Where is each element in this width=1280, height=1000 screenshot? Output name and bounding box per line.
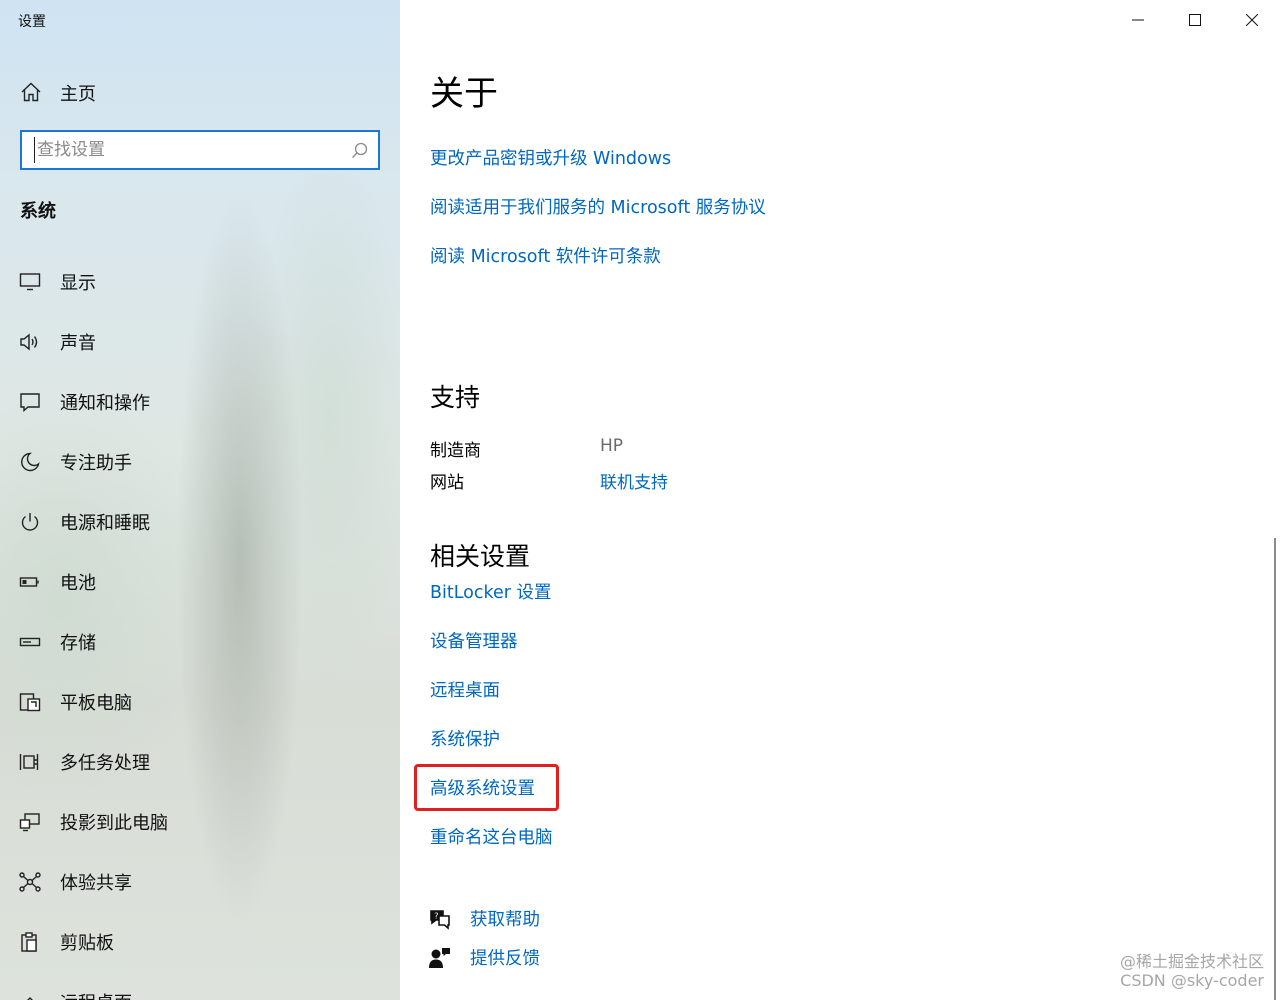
- rename-pc-link[interactable]: 重命名这台电脑: [430, 824, 553, 849]
- manufacturer-label: 制造商: [430, 441, 481, 461]
- manufacturer-value: HP: [600, 436, 624, 456]
- device-manager-link[interactable]: 设备管理器: [430, 628, 518, 653]
- related-settings-heading: 相关设置: [430, 542, 531, 571]
- service-agreement-link[interactable]: 阅读适用于我们服务的 Microsoft 服务协议: [430, 194, 766, 219]
- watermark-line-2: CSDN @sky-coder: [1120, 971, 1264, 990]
- sidebar-item-label: 声音: [60, 333, 96, 354]
- section-label-system: 系统: [20, 201, 56, 222]
- battery-icon: [18, 571, 42, 593]
- feedback-person-icon: [428, 946, 452, 970]
- multitask-icon: [18, 751, 42, 773]
- website-label: 网站: [430, 473, 464, 493]
- sidebar-item-label: 体验共享: [60, 873, 132, 894]
- sidebar-item-label: 剪贴板: [60, 933, 114, 954]
- sidebar-item-label: 存储: [60, 633, 96, 654]
- sidebar-nav: 显示 声音 通知和操作 专注助手 电源和睡眠 电池 存储 平板电脑 多任务处理 …: [0, 252, 400, 1000]
- change-product-key-link[interactable]: 更改产品密钥或升级 Windows: [430, 145, 671, 170]
- sidebar-item-label: 多任务处理: [60, 753, 150, 774]
- search-icon[interactable]: [351, 142, 368, 159]
- watermark-line-1: @稀土掘金技术社区: [1119, 952, 1264, 971]
- sidebar-item-remote-desktop[interactable]: 远程桌面: [0, 972, 400, 1000]
- sidebar-item-clipboard[interactable]: 剪贴板: [0, 912, 400, 972]
- moon-icon: [18, 451, 42, 473]
- get-help-link[interactable]: 获取帮助: [470, 906, 540, 931]
- sidebar-item-label: 电源和睡眠: [60, 513, 150, 534]
- project-icon: [18, 811, 42, 833]
- search-input[interactable]: [34, 137, 334, 163]
- sidebar-item-label: 远程桌面: [60, 989, 132, 1000]
- sidebar-item-label: 电池: [60, 573, 96, 594]
- sidebar: 设置 主页 系统 显示: [0, 0, 400, 1000]
- sidebar-item-project[interactable]: 投影到此电脑: [0, 792, 400, 852]
- sidebar-item-power-sleep[interactable]: 电源和睡眠: [0, 492, 400, 552]
- scrollbar-thumb[interactable]: [1274, 538, 1276, 1000]
- tablet-icon: [18, 691, 42, 713]
- maximize-button[interactable]: [1166, 0, 1223, 40]
- sidebar-item-label: 通知和操作: [60, 393, 150, 414]
- clipboard-icon: [18, 931, 42, 953]
- sidebar-item-battery[interactable]: 电池: [0, 552, 400, 612]
- close-button[interactable]: [1223, 0, 1280, 40]
- remote-desktop-link[interactable]: 远程桌面: [430, 677, 500, 702]
- share-icon: [18, 871, 42, 893]
- sidebar-item-label: 专注助手: [60, 453, 132, 474]
- home-icon: [20, 81, 42, 103]
- window-title: 设置: [18, 14, 46, 30]
- page-title: 关于: [430, 74, 498, 114]
- online-support-link[interactable]: 联机支持: [600, 468, 668, 493]
- support-heading: 支持: [430, 383, 481, 412]
- help-chat-icon: ?: [428, 907, 452, 931]
- svg-text:?: ?: [434, 912, 438, 921]
- sidebar-item-home-label: 主页: [60, 84, 96, 105]
- window-controls: [1109, 0, 1280, 40]
- sidebar-item-display[interactable]: 显示: [0, 252, 400, 312]
- sidebar-item-notifications[interactable]: 通知和操作: [0, 372, 400, 432]
- license-terms-link[interactable]: 阅读 Microsoft 软件许可条款: [430, 243, 661, 268]
- sidebar-item-shared-experiences[interactable]: 体验共享: [0, 852, 400, 912]
- main-content: 关于 更改产品密钥或升级 Windows 阅读适用于我们服务的 Microsof…: [400, 0, 1280, 1000]
- storage-icon: [18, 631, 42, 653]
- sidebar-item-home[interactable]: 主页: [0, 70, 400, 114]
- remote-desktop-icon: [18, 991, 42, 1000]
- sidebar-item-label: 平板电脑: [60, 693, 132, 714]
- sidebar-item-label: 显示: [60, 273, 96, 294]
- sidebar-item-multitasking[interactable]: 多任务处理: [0, 732, 400, 792]
- maximize-icon: [1188, 14, 1201, 26]
- monitor-icon: [18, 271, 42, 293]
- feedback-link[interactable]: 提供反馈: [470, 945, 540, 970]
- minimize-icon: [1131, 19, 1144, 21]
- sidebar-item-storage[interactable]: 存储: [0, 612, 400, 672]
- bitlocker-settings-link[interactable]: BitLocker 设置: [430, 579, 552, 604]
- power-icon: [18, 511, 42, 533]
- sidebar-item-sound[interactable]: 声音: [0, 312, 400, 372]
- sidebar-item-tablet[interactable]: 平板电脑: [0, 672, 400, 732]
- close-icon: [1245, 14, 1258, 26]
- minimize-button[interactable]: [1109, 0, 1166, 40]
- advanced-system-settings-link[interactable]: 高级系统设置: [430, 775, 535, 800]
- watermark: @稀土掘金技术社区 CSDN @sky-coder: [1120, 952, 1264, 990]
- sidebar-item-focus-assist[interactable]: 专注助手: [0, 432, 400, 492]
- sidebar-item-label: 投影到此电脑: [60, 813, 168, 834]
- notification-icon: [18, 391, 42, 413]
- speaker-icon: [18, 331, 42, 353]
- search-box: [20, 130, 380, 170]
- system-protection-link[interactable]: 系统保护: [430, 726, 500, 751]
